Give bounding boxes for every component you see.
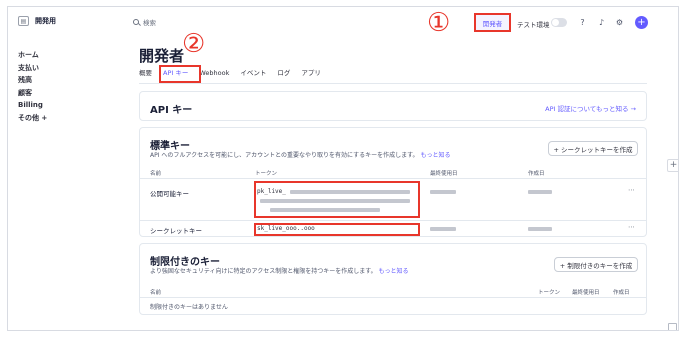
api-auth-learn-more-link[interactable]: API 認証についてもっと知る → bbox=[545, 103, 636, 113]
restricted-keys-learn-more-link[interactable]: もっと知る bbox=[379, 268, 409, 275]
restricted-keys-card: 制限付きのキー より強固なセキュリティ向けに特定のアクセス制限と権限を持つキーを… bbox=[139, 243, 647, 315]
tab-logs[interactable]: ログ bbox=[277, 69, 290, 78]
standard-keys-learn-more-link[interactable]: もっと知る bbox=[420, 152, 450, 159]
standard-keys-card: 標準キー API へのフルアクセスを可能にし、アカウントとの重要なやり取りを有効… bbox=[139, 127, 647, 237]
annotation-publishable-key-highlight bbox=[254, 181, 420, 218]
annotation-two: ② bbox=[182, 29, 206, 59]
row-actions-icon[interactable]: ⋯ bbox=[628, 223, 635, 231]
restricted-keys-subtitle: より強固なセキュリティ向けに特定のアクセス制限と権限を持つキーを作成します。 も… bbox=[150, 266, 409, 275]
column-last-used: 最終使用日 bbox=[572, 290, 600, 296]
header-divider bbox=[140, 178, 646, 179]
column-created: 作成日 bbox=[613, 290, 630, 296]
sidebar-item-billing[interactable]: Billing bbox=[18, 99, 47, 112]
sidebar-item-payments[interactable]: 支払い bbox=[18, 62, 47, 75]
standard-keys-description: API へのフルアクセスを可能にし、アカウントとの重要なやり取りを有効にするキー… bbox=[150, 152, 419, 159]
sidebar: ▤ 開発用 ホーム 支払い 残高 顧客 Billing その他 + bbox=[8, 7, 123, 330]
search-icon bbox=[133, 19, 139, 25]
tab-events[interactable]: イベント bbox=[240, 69, 266, 78]
account-name: 開発用 bbox=[35, 17, 56, 25]
column-name: 名前 bbox=[150, 290, 162, 296]
app-window: ▤ 開発用 ホーム 支払い 残高 顧客 Billing その他 + 検索 ① 開… bbox=[7, 6, 679, 331]
column-token: トークン bbox=[538, 290, 561, 296]
row-divider bbox=[140, 220, 646, 221]
row-actions-icon[interactable]: ⋯ bbox=[628, 186, 635, 194]
tab-overview[interactable]: 概要 bbox=[139, 69, 152, 78]
create-secret-key-button[interactable]: + シークレットキーを作成 bbox=[548, 141, 638, 156]
plus-icon[interactable]: + bbox=[635, 16, 648, 29]
restricted-keys-description: より強固なセキュリティ向けに特定のアクセス制限と権限を持つキーを作成します。 bbox=[150, 268, 377, 275]
annotation-tab-highlight bbox=[159, 65, 201, 83]
redacted-created bbox=[528, 190, 552, 194]
search-placeholder: 検索 bbox=[143, 19, 156, 27]
sidebar-item-balances[interactable]: 残高 bbox=[18, 74, 47, 87]
column-name: 名前 bbox=[150, 171, 162, 177]
search-bar[interactable]: 検索 bbox=[133, 17, 156, 27]
panel-toggle-icon[interactable] bbox=[668, 323, 677, 330]
sidebar-item-home[interactable]: ホーム bbox=[18, 49, 47, 62]
header-divider bbox=[140, 297, 646, 298]
tab-apps[interactable]: アプリ bbox=[301, 69, 321, 78]
secret-key-name: シークレットキー bbox=[150, 227, 202, 235]
test-environment-toggle[interactable] bbox=[551, 18, 567, 27]
create-restricted-key-button[interactable]: + 制限付きのキーを作成 bbox=[554, 257, 638, 272]
app-box-icon: ▤ bbox=[18, 16, 29, 26]
sidebar-nav: ホーム 支払い 残高 顧客 Billing その他 + bbox=[18, 49, 47, 124]
tab-webhook[interactable]: Webhook bbox=[199, 69, 229, 78]
column-created: 作成日 bbox=[528, 171, 545, 177]
toggle-knob bbox=[552, 19, 559, 26]
bell-icon[interactable]: ♪ bbox=[597, 18, 606, 27]
standard-keys-subtitle: API へのフルアクセスを可能にし、アカウントとの重要なやり取りを有効にするキー… bbox=[150, 150, 450, 159]
side-panel-plus-icon[interactable]: + bbox=[667, 159, 678, 172]
account-switcher[interactable]: ▤ 開発用 bbox=[18, 16, 56, 26]
column-token: トークン bbox=[255, 171, 278, 177]
test-environment-label: テスト環境 bbox=[517, 21, 550, 29]
restricted-keys-empty-state: 制限付きのキーはありません bbox=[150, 304, 228, 311]
redacted-last-used bbox=[430, 227, 456, 231]
redacted-created bbox=[528, 227, 552, 231]
redacted-last-used bbox=[430, 190, 456, 194]
tabs-divider bbox=[139, 83, 647, 84]
developer-button[interactable]: 開発者 bbox=[474, 13, 511, 32]
gear-icon[interactable]: ⚙ bbox=[615, 18, 624, 27]
sidebar-item-customers[interactable]: 顧客 bbox=[18, 87, 47, 100]
api-keys-card: API キー API 認証についてもっと知る → bbox=[139, 91, 647, 121]
page-title: 開発者 bbox=[139, 47, 185, 65]
sidebar-item-more[interactable]: その他 + bbox=[18, 112, 47, 125]
column-last-used: 最終使用日 bbox=[430, 171, 458, 177]
publishable-key-name: 公開可能キー bbox=[150, 190, 189, 198]
annotation-secret-key-highlight bbox=[254, 223, 420, 236]
help-icon[interactable]: ? bbox=[578, 18, 587, 27]
api-keys-title: API キー bbox=[150, 105, 193, 116]
annotation-one: ① bbox=[427, 8, 451, 38]
